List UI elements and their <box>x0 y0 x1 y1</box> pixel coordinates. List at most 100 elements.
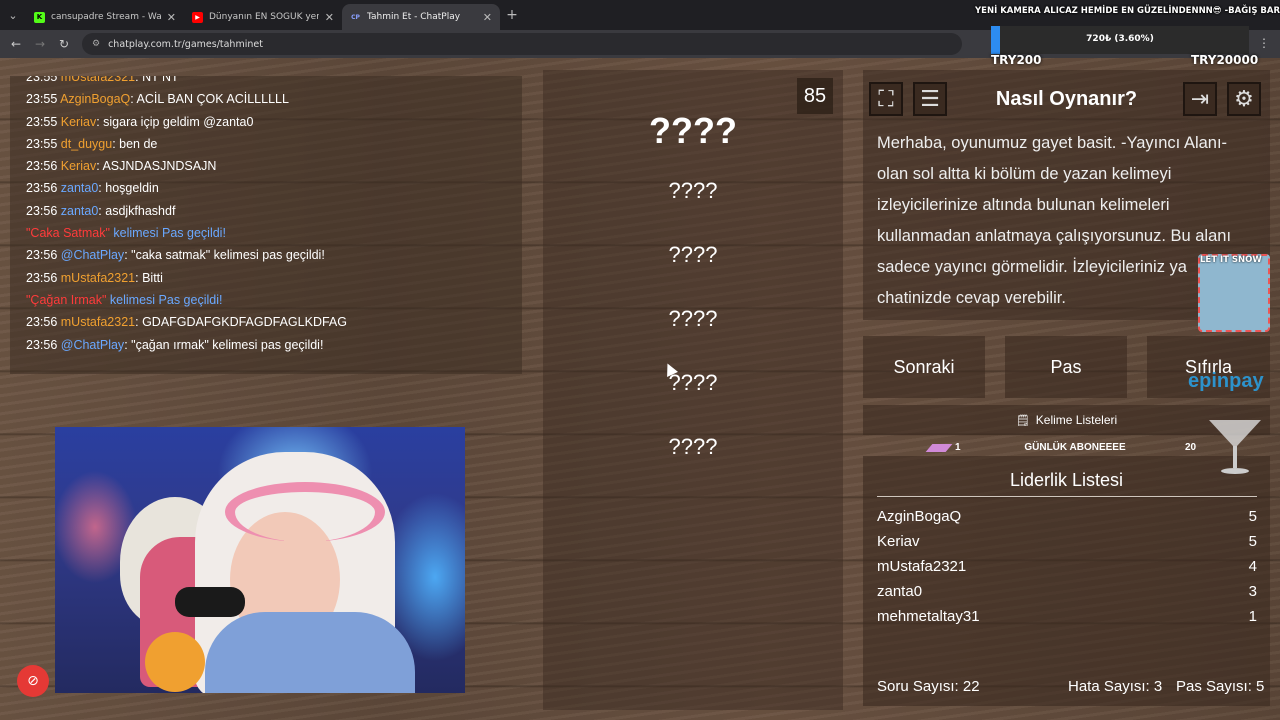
word-lists-label: Kelime Listeleri <box>1035 413 1118 427</box>
timestamp: 23:55 <box>26 92 58 107</box>
timestamp: 23:56 <box>26 315 58 330</box>
leaderboard-row: Keriav 5 <box>877 533 1257 550</box>
chat-username[interactable]: mUstafa2321 <box>61 315 135 329</box>
system-message: kelimesi Pas geçildi! <box>109 292 223 307</box>
timestamp: 23:56 <box>26 270 58 285</box>
chat-text: sigara içip geldim @zanta0 <box>103 114 254 129</box>
donation-max: TRY20000 <box>1191 53 1259 67</box>
plush-toy <box>145 632 205 692</box>
chat-message: 23:55 Keriav: sigara içip geldim @zanta0 <box>26 114 254 129</box>
chat-username[interactable]: @ChatPlay <box>61 338 124 352</box>
chat-message: 23:56 @ChatPlay: "çağan ırmak" kelimesi … <box>26 337 324 352</box>
chat-message: "Çağan Irmak" kelimesi Pas geçildi! <box>26 289 506 311</box>
next-button[interactable]: Sonraki <box>863 336 985 398</box>
close-tab-icon[interactable]: ✕ <box>325 11 334 24</box>
timestamp: 23:56 <box>26 181 58 196</box>
forbidden-word: ???? <box>668 434 718 459</box>
donation-goal-overlay: YENİ KAMERA ALICAZ HEMİDE EN GÜZELİNDENN… <box>975 6 1280 70</box>
chat-text: GDAFGDAFGKDFAGDFAGLKDFAG <box>142 315 347 330</box>
logout-icon[interactable]: ⇥ <box>1183 82 1217 116</box>
kick-icon: K <box>34 11 45 23</box>
forbidden-word: ???? <box>668 370 718 395</box>
tab-title: Dünyanın EN SOĞUK yerinde B <box>209 12 319 22</box>
divider <box>877 496 1257 497</box>
player-name: AzginBogaQ <box>877 508 962 525</box>
reload-icon[interactable]: ↻ <box>52 37 76 51</box>
chat-text: NT NT <box>142 76 179 84</box>
pink-headphones <box>225 482 385 542</box>
timestamp: 23:56 <box>26 159 58 174</box>
chat-message: 23:56 zanta0: hoşgeldin <box>26 181 159 196</box>
snow-globe-widget <box>1198 254 1270 332</box>
chat-message: "Caka Satmak" kelimesi Pas geçildi! <box>26 222 506 244</box>
leaderboard-panel: Liderlik Listesi AzginBogaQ 5 Keriav 5 m… <box>863 456 1270 706</box>
player-score: 4 <box>1248 558 1257 575</box>
chat-text: ben de <box>119 136 158 151</box>
player-score: 5 <box>1248 533 1257 550</box>
microphone <box>175 587 245 617</box>
chat-username[interactable]: mUstafa2321 <box>61 271 135 285</box>
gear-icon[interactable]: ⚙ <box>1227 82 1261 116</box>
close-tab-icon[interactable]: ✕ <box>483 11 492 24</box>
timestamp: 23:55 <box>26 114 58 129</box>
youtube-icon: ▶ <box>192 11 203 23</box>
chat-username[interactable]: AzginBogaQ <box>60 92 130 106</box>
streamer-webcam <box>55 427 465 693</box>
chat-lines: 23:55 mUstafa2321: NT NT 23:55 AzginBogaQ… <box>26 76 506 356</box>
pass-button[interactable]: Pas <box>1005 336 1127 398</box>
blue-sweater <box>205 612 415 693</box>
chat-message: 23:56 mUstafa2321: GDAFGDAFGKDFAGDFAGLKD… <box>26 315 347 330</box>
chat-message: 23:55 dt_duygu: ben de <box>26 136 158 151</box>
chat-text: "çağan ırmak" kelimesi pas geçildi! <box>131 337 324 352</box>
new-tab-button[interactable]: + <box>500 7 524 23</box>
timestamp: 23:55 <box>26 136 58 151</box>
player-name: mUstafa2321 <box>877 558 967 575</box>
sponsor-logo: epinpay <box>1188 370 1264 392</box>
tab-kick[interactable]: K cansupadre Stream - Watch Liv ✕ <box>26 4 184 30</box>
goal-title: GÜNLÜK ABONEEEE <box>1024 442 1126 453</box>
close-tab-icon[interactable]: ✕ <box>167 11 176 24</box>
chat-username[interactable]: zanta0 <box>61 181 99 195</box>
donation-goal-title: YENİ KAMERA ALICAZ HEMİDE EN GÜZELİNDENN… <box>975 6 1280 16</box>
forward-icon[interactable]: → <box>28 37 52 51</box>
chat-text: ASJNDASJNDSAJN <box>102 159 217 174</box>
site-info-icon[interactable]: ⚙ <box>92 39 100 49</box>
timer-counter: 85 <box>797 78 833 114</box>
record-icon[interactable]: ⊘ <box>17 665 49 697</box>
timestamp: 23:55 <box>26 76 58 84</box>
timestamp: 23:56 <box>26 248 58 263</box>
document-icon: 🗒 <box>1015 414 1030 427</box>
player-name: zanta0 <box>877 583 923 600</box>
chat-panel: 23:55 mUstafa2321: NT NT 23:55 AzginBogaQ… <box>10 76 522 374</box>
tab-title: Tahmin Et - ChatPlay <box>367 12 461 22</box>
cocktail-glass-icon <box>1209 420 1261 474</box>
chat-username[interactable]: Keriav <box>61 159 96 173</box>
donation-min: TRY200 <box>991 53 1042 67</box>
system-word: "Çağan Irmak" <box>26 292 107 307</box>
chat-text: hoşgeldin <box>105 181 159 196</box>
chat-message: 23:56 zanta0: asdjkfhashdf <box>26 203 176 218</box>
donation-percent: 720₺ (3.60%) <box>1086 34 1154 44</box>
forbidden-word: ???? <box>668 178 718 203</box>
snow-widget-title: LET IT SNOW <box>1200 255 1262 265</box>
chat-username[interactable]: dt_duygu <box>61 137 112 151</box>
chat-message: 23:56 @ChatPlay: "caka satmak" kelimesi … <box>26 248 325 263</box>
chat-text: "caka satmak" kelimesi pas geçildi! <box>131 248 325 263</box>
tab-search-icon[interactable]: ⌄ <box>0 0 26 30</box>
chat-username[interactable]: Keriav <box>61 115 96 129</box>
chat-username[interactable]: mUstafa2321 <box>61 76 135 84</box>
system-word: "Caka Satmak" <box>26 226 110 241</box>
chat-username[interactable]: zanta0 <box>61 204 99 218</box>
player-score: 3 <box>1248 583 1257 600</box>
question-count: Soru Sayısı: 22 <box>877 678 980 695</box>
chat-username[interactable]: @ChatPlay <box>61 248 124 262</box>
player-score: 5 <box>1248 508 1257 525</box>
chat-message: 23:56 mUstafa2321: Bitti <box>26 270 163 285</box>
chat-text: Bitti <box>142 270 163 285</box>
tab-chatplay[interactable]: CP Tahmin Et - ChatPlay ✕ <box>342 4 500 30</box>
back-icon[interactable]: ← <box>4 37 28 51</box>
forbidden-word: ???? <box>668 242 718 267</box>
url-field[interactable]: ⚙ chatplay.com.tr/games/tahminet <box>82 33 962 55</box>
url-text: chatplay.com.tr/games/tahminet <box>108 38 263 50</box>
tab-youtube[interactable]: ▶ Dünyanın EN SOĞUK yerinde B ✕ <box>184 4 342 30</box>
